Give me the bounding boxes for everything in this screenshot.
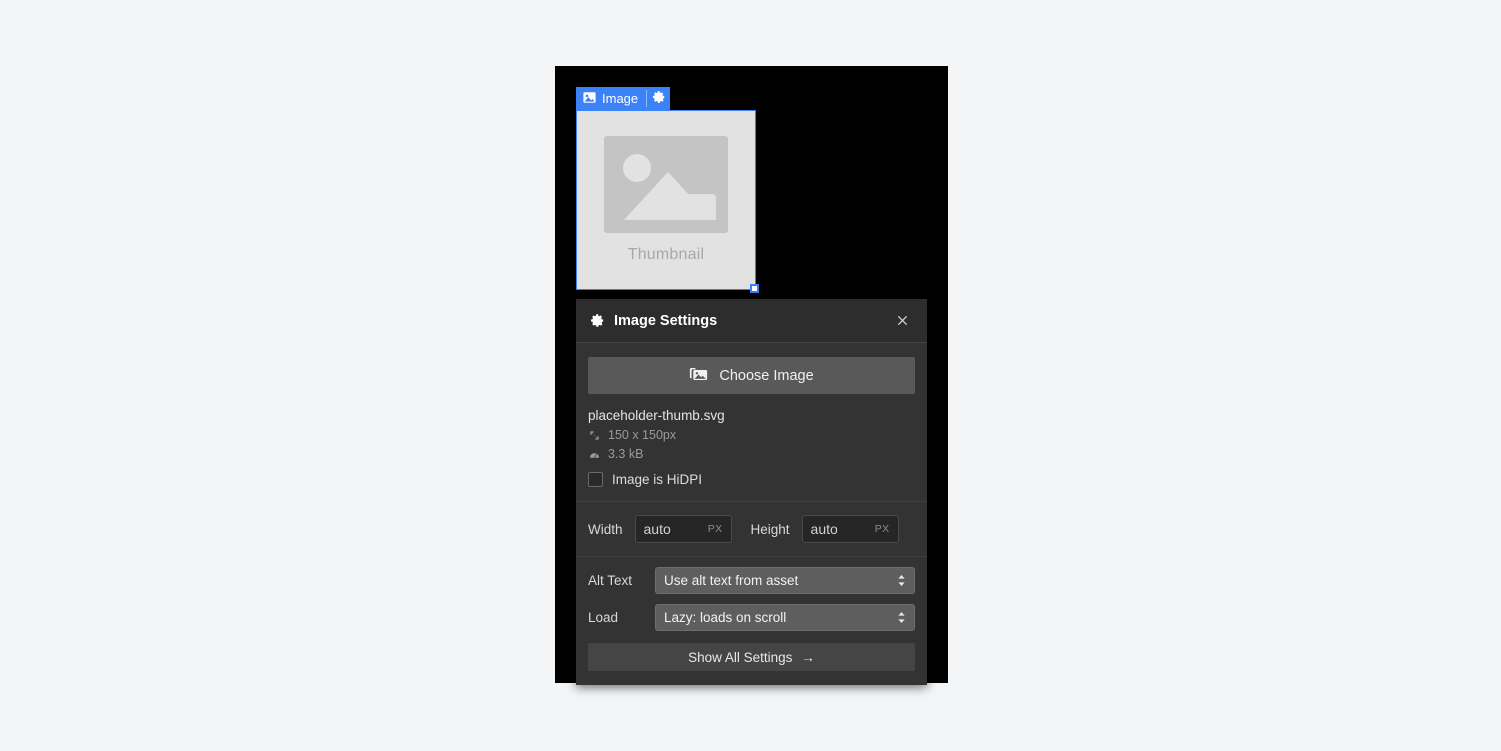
height-value: auto (810, 521, 838, 537)
chevron-updown-icon (897, 574, 906, 587)
block-toolbar: Image (576, 87, 671, 110)
load-label: Load (588, 610, 619, 625)
show-all-wrap: Show All Settings → (576, 643, 927, 685)
close-icon[interactable] (889, 308, 915, 334)
width-unit: PX (707, 523, 723, 535)
alt-text-row: Alt Text Use alt text from asset (588, 567, 915, 594)
load-value: Lazy: loads on scroll (664, 610, 787, 625)
load-row: Load Lazy: loads on scroll (588, 604, 915, 631)
thumbnail-caption: Thumbnail (627, 246, 705, 263)
arrow-right-icon: → (801, 649, 815, 665)
block-type-name: Image (602, 91, 639, 106)
hidpi-checkbox-row[interactable]: Image is HiDPI (588, 472, 915, 487)
show-all-settings-button[interactable]: Show All Settings → (588, 643, 915, 671)
width-label: Width (588, 521, 623, 537)
placeholder-mountain (624, 172, 712, 220)
gauge-icon (588, 449, 601, 460)
editor-canvas: Image Thumbnail Image Settings Choose Im… (555, 66, 948, 685)
resize-arrow-icon (588, 430, 601, 441)
file-section: Choose Image placeholder-thumb.svg 150 x… (576, 343, 927, 502)
height-input[interactable]: auto PX (801, 515, 899, 543)
file-name: placeholder-thumb.svg (588, 408, 725, 423)
choose-image-label: Choose Image (719, 367, 814, 384)
alt-text-value: Use alt text from asset (664, 573, 799, 588)
show-all-label: Show All Settings (688, 649, 793, 665)
image-settings-panel: Image Settings Choose Image placeholder-… (576, 299, 927, 685)
image-placeholder-icon (604, 136, 728, 233)
block-type-label[interactable]: Image (576, 87, 646, 110)
photo-library-icon (689, 366, 708, 386)
dimension-row: Width auto PX Height auto PX (576, 502, 927, 557)
file-size-row: 3.3 kB (588, 447, 915, 461)
file-size: 3.3 kB (608, 447, 644, 461)
height-unit: PX (874, 523, 890, 535)
image-icon (583, 91, 596, 107)
load-select[interactable]: Lazy: loads on scroll (655, 604, 915, 631)
hidpi-checkbox[interactable] (588, 472, 603, 487)
resize-handle[interactable] (750, 284, 759, 293)
image-block[interactable]: Thumbnail (576, 110, 759, 293)
choose-image-button[interactable]: Choose Image (588, 357, 915, 394)
chevron-updown-icon (897, 611, 906, 624)
panel-header: Image Settings (576, 299, 927, 343)
hidpi-label: Image is HiDPI (612, 472, 703, 487)
panel-title: Image Settings (614, 312, 718, 329)
height-label: Height (750, 521, 790, 537)
gear-icon (590, 313, 605, 328)
width-input[interactable]: auto PX (634, 515, 732, 543)
file-dimensions-row: 150 x 150px (588, 428, 915, 442)
alt-text-select[interactable]: Use alt text from asset (655, 567, 915, 594)
file-dimensions: 150 x 150px (608, 428, 677, 442)
width-value: auto (643, 521, 671, 537)
select-rows: Alt Text Use alt text from asset Load La… (576, 557, 927, 643)
block-settings-button[interactable] (647, 87, 670, 110)
gear-icon (652, 90, 666, 107)
alt-text-label: Alt Text (588, 573, 633, 588)
